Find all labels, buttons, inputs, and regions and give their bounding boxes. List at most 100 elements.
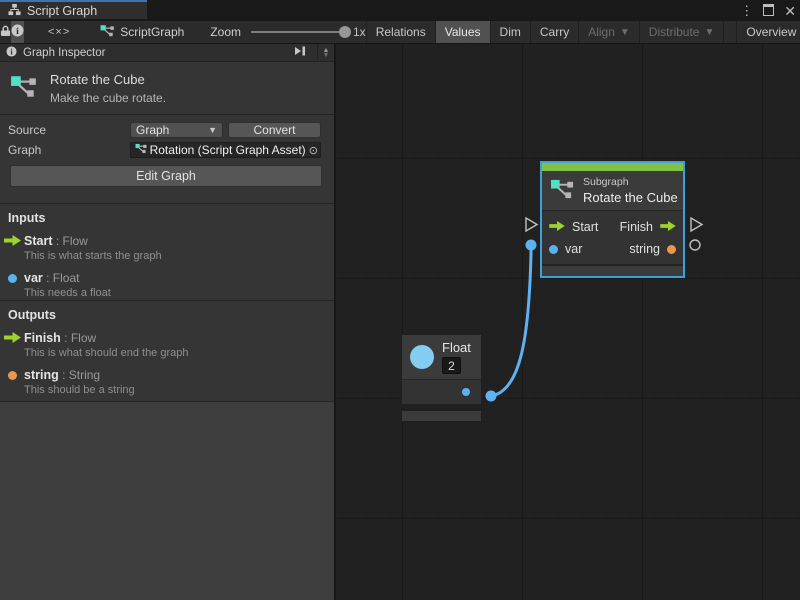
graph-name-text: ScriptGraph [120, 25, 184, 39]
float-output-port-icon[interactable] [462, 388, 470, 396]
zoom-slider[interactable] [251, 26, 347, 38]
port-description: This is what starts the graph [24, 250, 162, 262]
graph-inspector-panel: i Graph Inspector ▲ ▼ [0, 44, 335, 600]
graph-asset-value: Rotation (Script Graph Asset) [150, 143, 306, 157]
port-var: var [565, 242, 582, 256]
outputs-section: Outputs Finish : Flow This is what shoul… [0, 301, 334, 402]
graph-subtitle: Make the cube rotate. [50, 91, 166, 105]
values-button[interactable]: Values [435, 21, 490, 43]
subgraph-node-footer [542, 264, 683, 276]
graph-field-label: Graph [8, 143, 130, 157]
edit-graph-button[interactable]: Edit Graph [10, 165, 322, 187]
overview-button[interactable]: Overview [736, 21, 800, 43]
zoom-slider-handle[interactable] [339, 26, 351, 38]
dock-panel-icon[interactable] [293, 45, 307, 60]
object-picker-icon[interactable]: ⊙ [309, 144, 318, 157]
float-node-footer [401, 410, 482, 422]
lock-icon [0, 25, 11, 40]
port-finish: Finish [620, 220, 653, 234]
script-graph-icon [10, 74, 38, 103]
flow-arrow-icon [0, 331, 24, 359]
connection-float-to-var[interactable] [491, 248, 531, 396]
zoom-slider-track[interactable] [251, 31, 347, 33]
port-row-string: string : String This should be a string [0, 368, 334, 396]
inspector-toggle-button[interactable]: i [11, 21, 24, 43]
string-port-icon[interactable] [667, 245, 676, 254]
zoom-value: 1x [353, 25, 366, 39]
graph-asset-field[interactable]: Rotation (Script Graph Asset) ⊙ [130, 142, 321, 158]
close-icon[interactable]: ✕ [784, 4, 796, 18]
relations-button[interactable]: Relations [366, 21, 435, 43]
node-title: Rotate the Cube [583, 190, 678, 205]
subgraph-node[interactable]: Subgraph Rotate the Cube Start Finish [540, 161, 685, 278]
port-description: This needs a float [24, 287, 111, 299]
string-port-icon [0, 368, 24, 396]
port-start: Start [572, 220, 598, 234]
window-controls: ⋮ ✕ [740, 0, 796, 21]
code-icon: <×> [48, 26, 70, 38]
convert-button[interactable]: Convert [228, 122, 321, 138]
float-node[interactable]: Float 2 [401, 334, 482, 422]
flow-arrow-icon[interactable] [549, 220, 565, 234]
port-string: string [629, 242, 660, 256]
graph-inspector-header[interactable]: i Graph Inspector ▲ ▼ [0, 44, 334, 62]
distribute-dropdown[interactable]: Distribute ▼ [639, 21, 724, 43]
inspector-title: Graph Inspector [23, 47, 287, 59]
external-value-output-circle[interactable] [690, 240, 700, 250]
external-flow-output-triangle[interactable] [691, 218, 702, 231]
maximize-icon[interactable] [763, 4, 774, 18]
svg-text:i: i [16, 26, 19, 37]
edit-script-button[interactable]: <×> [48, 21, 70, 43]
port-description: This should be a string [24, 384, 135, 396]
float-value-input[interactable]: 2 [442, 357, 461, 374]
unity-script-graph-window: Script Graph ⋮ ✕ i [0, 0, 800, 600]
port-row-finish: Finish : Flow This is what should end th… [0, 331, 334, 359]
connection-endpoint-dot[interactable] [526, 240, 537, 251]
var-port-icon[interactable] [549, 245, 558, 254]
info-icon: i [11, 24, 24, 40]
connection-layer [336, 44, 800, 600]
tab-label: Script Graph [27, 4, 97, 18]
arrow-down-icon[interactable]: ▼ [323, 53, 330, 58]
subgraph-node-header[interactable]: Subgraph Rotate the Cube [542, 171, 683, 211]
inputs-section: Inputs Start : Flow This is what starts … [0, 204, 334, 301]
window-menu-icon[interactable]: ⋮ [740, 4, 753, 17]
toolbar-spacer [723, 21, 736, 43]
external-flow-input-triangle[interactable] [526, 218, 537, 231]
toolbar-toggle-group: Relations Values Dim Carry Align ▼ Distr… [366, 21, 800, 43]
source-label: Source [8, 123, 130, 137]
flow-arrow-icon [0, 234, 24, 262]
subgraph-node-color-bar [542, 163, 683, 171]
caret-down-icon: ▼ [620, 27, 630, 38]
port-row-var: var : Float This needs a float [0, 271, 334, 299]
info-icon: i [6, 46, 17, 60]
graph-canvas[interactable]: Subgraph Rotate the Cube Start Finish [336, 44, 800, 600]
float-port-icon [0, 271, 24, 299]
caret-down-icon: ▼ [704, 27, 714, 38]
script-graph-icon [100, 24, 115, 41]
dim-button[interactable]: Dim [490, 21, 530, 43]
hierarchy-icon [8, 3, 21, 19]
flow-arrow-icon[interactable] [660, 220, 676, 234]
panel-scrubber[interactable]: ▲ ▼ [317, 44, 334, 61]
float-type-icon [410, 345, 434, 369]
carry-button[interactable]: Carry [530, 21, 578, 43]
graph-summary-section: Rotate the Cube Make the cube rotate. [0, 62, 334, 115]
caret-down-icon: ▼ [208, 125, 217, 135]
inputs-title: Inputs [0, 204, 334, 225]
subgraph-node-ports: Start Finish var string [542, 211, 683, 264]
script-graph-icon [135, 143, 147, 157]
float-node-output-row [402, 380, 481, 404]
tab-script-graph[interactable]: Script Graph [0, 0, 147, 19]
source-dropdown[interactable]: Graph ▼ [130, 122, 223, 138]
connection-endpoint-dot[interactable] [486, 391, 497, 402]
float-node-header[interactable]: Float 2 [402, 335, 481, 380]
zoom-label: Zoom [210, 25, 241, 39]
graph-title: Rotate the Cube [50, 72, 166, 87]
current-graph-label: ScriptGraph [100, 24, 184, 41]
align-dropdown[interactable]: Align ▼ [578, 21, 639, 43]
port-description: This is what should end the graph [24, 347, 189, 359]
node-title: Float [442, 340, 471, 355]
outputs-title: Outputs [0, 301, 334, 322]
lock-button[interactable] [0, 21, 11, 43]
